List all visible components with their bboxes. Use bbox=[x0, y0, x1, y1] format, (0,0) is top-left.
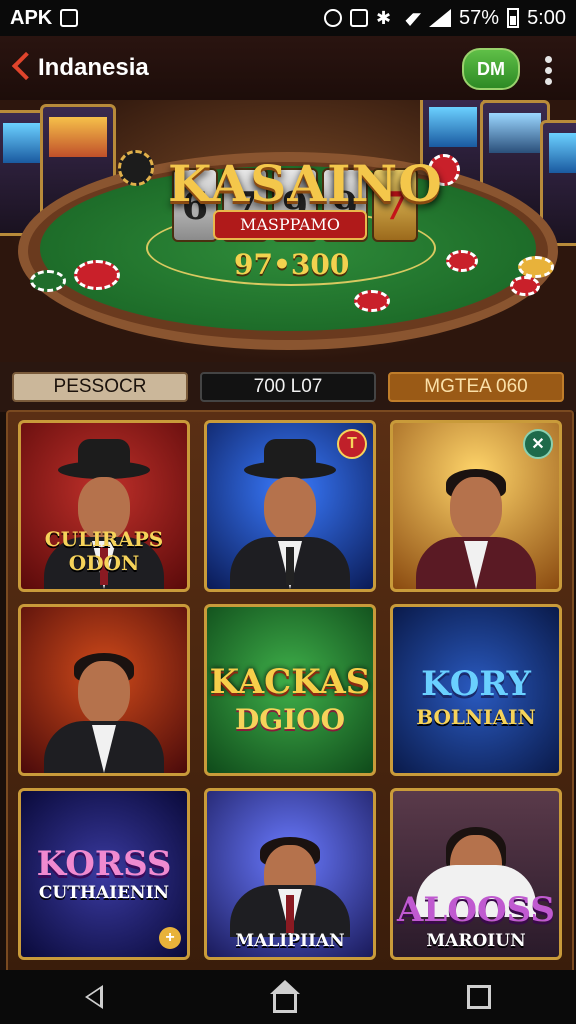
status-bar: APK ✱ 57% 5:00 bbox=[0, 0, 576, 36]
character-illustration bbox=[416, 439, 536, 589]
chip-icon bbox=[354, 290, 390, 312]
close-badge-icon[interactable]: ✕ bbox=[523, 429, 553, 459]
game-subtitle: CUTHAIENIN bbox=[38, 883, 170, 903]
app-label: APK bbox=[10, 6, 53, 29]
game-title: KORSS bbox=[36, 844, 172, 884]
clock: 5:00 bbox=[527, 6, 566, 29]
game-title: KACKAS bbox=[209, 662, 371, 702]
game-subtitle: MAROIUN bbox=[426, 931, 526, 951]
casino-logo: KASAINO bbox=[168, 154, 443, 213]
chip-icon bbox=[510, 276, 540, 296]
game-subtitle: BOLNIAIN bbox=[416, 705, 536, 729]
chip-stack-icon bbox=[74, 260, 120, 290]
game-card[interactable]: ✕ bbox=[390, 420, 562, 592]
game-grid: CULIRAPS ODON T ✕ KACKAS DGIOO KORY BOLN… bbox=[6, 410, 574, 974]
tab-3[interactable]: MGTEA 060 bbox=[388, 372, 564, 402]
game-card[interactable] bbox=[18, 604, 190, 776]
dm-button[interactable]: DM bbox=[462, 48, 520, 90]
system-nav-bar bbox=[0, 970, 576, 1024]
phone-icon bbox=[349, 9, 368, 27]
game-title: ALOOSS bbox=[397, 890, 555, 930]
back-icon[interactable] bbox=[85, 985, 103, 1009]
signal-icon bbox=[429, 9, 452, 27]
recent-apps-icon[interactable] bbox=[467, 985, 491, 1009]
chip-icon bbox=[518, 256, 554, 278]
game-title: CULIRAPS ODON bbox=[44, 527, 164, 575]
game-title: MALIPIIAN bbox=[235, 931, 345, 951]
jackpot-amount: 97•300 bbox=[234, 248, 350, 281]
back-arrow-icon[interactable] bbox=[10, 50, 32, 84]
character-illustration bbox=[230, 807, 350, 937]
battery-icon bbox=[507, 8, 520, 28]
category-tabs: PESSOCR 700 L07 MGTEA 060 bbox=[0, 362, 576, 412]
camera-icon bbox=[323, 9, 342, 27]
home-icon[interactable] bbox=[270, 979, 300, 1013]
game-card[interactable]: MALIPIIAN bbox=[204, 788, 376, 960]
casino-logo-subtitle: MASPPAMO bbox=[213, 210, 367, 240]
game-card[interactable]: ALOOSS MAROIUN bbox=[390, 788, 562, 960]
game-card[interactable]: KORY BOLNIAIN bbox=[390, 604, 562, 776]
chip-icon bbox=[30, 270, 66, 292]
chip-stack-icon bbox=[118, 150, 154, 186]
game-card[interactable]: KACKAS DGIOO bbox=[204, 604, 376, 776]
character-illustration bbox=[44, 623, 164, 773]
game-subtitle: DGIOO bbox=[234, 703, 346, 736]
wifi-icon bbox=[399, 13, 422, 26]
character-illustration bbox=[230, 439, 350, 589]
location-label[interactable]: Indanesia bbox=[38, 54, 149, 82]
tab-1[interactable]: PESSOCR bbox=[12, 372, 188, 402]
battery-percent: 57% bbox=[459, 6, 500, 29]
bluetooth-icon: ✱ bbox=[375, 7, 392, 28]
game-card[interactable]: T bbox=[204, 420, 376, 592]
game-card[interactable]: KORSS CUTHAIENIN + bbox=[18, 788, 190, 960]
game-card[interactable]: CULIRAPS ODON bbox=[18, 420, 190, 592]
add-icon[interactable]: + bbox=[159, 927, 181, 949]
chip-icon bbox=[446, 250, 478, 272]
more-options-icon[interactable] bbox=[540, 56, 556, 85]
game-title: KORY bbox=[421, 664, 531, 704]
image-icon bbox=[60, 9, 79, 27]
tab-2[interactable]: 700 L07 bbox=[200, 372, 376, 402]
favorite-badge-icon[interactable]: T bbox=[337, 429, 367, 459]
casino-banner: 6 7 9 9 7 97•300 KASAINO MASPPAMO bbox=[0, 100, 576, 362]
